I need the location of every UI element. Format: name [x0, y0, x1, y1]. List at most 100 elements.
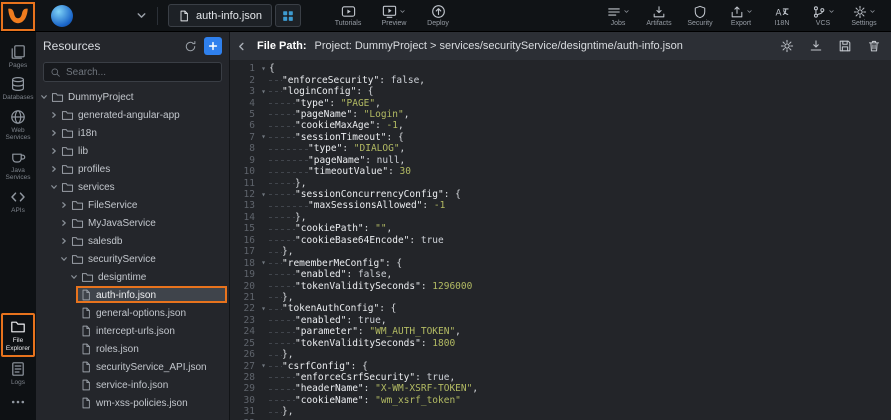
tutorials-button[interactable]: Tutorials [329, 4, 367, 27]
caret-right-icon[interactable] [50, 165, 61, 173]
code-line[interactable]: 25"tokenValiditySeconds": 1800 [230, 338, 891, 349]
fold-icon[interactable]: ▾ [258, 133, 269, 141]
project-switcher-chevron[interactable] [135, 9, 148, 22]
code-line[interactable]: 5"pageName": "Login", [230, 109, 891, 120]
topbar-item-export[interactable]: Export [722, 4, 760, 27]
caret-down-icon[interactable] [50, 183, 61, 191]
tree-item-myjavaservice[interactable]: MyJavaService [36, 214, 229, 232]
search-input[interactable] [66, 67, 215, 78]
code-line[interactable]: 31}, [230, 406, 891, 417]
tree-item-lib[interactable]: lib [36, 142, 229, 160]
caret-right-icon[interactable] [60, 201, 71, 209]
topbar-item-jobs[interactable]: Jobs [599, 4, 637, 27]
sidebar-item-databases[interactable]: Databases [1, 72, 35, 104]
fold-icon[interactable]: ▾ [258, 259, 269, 267]
code-line[interactable]: 16"cookieBase64Encode": true [230, 235, 891, 246]
code-line[interactable]: 14}, [230, 212, 891, 223]
caret-down-icon [70, 273, 78, 281]
tree-item-profiles[interactable]: profiles [36, 160, 229, 178]
save-button[interactable] [838, 39, 852, 53]
caret-right-icon[interactable] [50, 147, 61, 155]
file-settings-button[interactable] [780, 39, 794, 53]
tree-item-services[interactable]: services [36, 178, 229, 196]
download-button[interactable] [809, 39, 823, 53]
caret-down-icon[interactable] [70, 273, 81, 281]
code-line[interactable]: 27▾"csrfConfig": { [230, 360, 891, 371]
fold-icon[interactable]: ▾ [258, 88, 269, 96]
tree-item-securityservice[interactable]: securityService [36, 250, 229, 268]
tree-item-general-options-json[interactable]: general-options.json [36, 304, 229, 322]
code-line[interactable]: 2"enforceSecurity": false, [230, 74, 891, 85]
tree-item-service-info-json[interactable]: service-info.json [36, 376, 229, 394]
tree-item-wm-xss-policies-json[interactable]: wm-xss-policies.json [36, 394, 229, 412]
tree-item-designtime[interactable]: designtime [36, 268, 229, 286]
fold-icon[interactable]: ▾ [258, 191, 269, 199]
code-line[interactable]: 29"headerName": "X-WM-XSRF-TOKEN", [230, 383, 891, 394]
tree-item-generated-angular-app[interactable]: generated-angular-app [36, 106, 229, 124]
code-line[interactable]: 4"type": "PAGE", [230, 97, 891, 108]
refresh-button[interactable] [184, 40, 197, 53]
topbar-item-vcs[interactable]: VCS [804, 4, 842, 27]
sidebar-item-apis[interactable]: APIs [1, 185, 35, 217]
sidebar-item-file-explorer[interactable]: File Explorer [1, 313, 35, 357]
code-line[interactable]: 23"enabled": true, [230, 315, 891, 326]
code-line[interactable]: 26}, [230, 349, 891, 360]
fold-icon[interactable]: ▾ [258, 305, 269, 313]
code-line[interactable]: 1▾{ [230, 63, 891, 74]
tree-item-i18n[interactable]: i18n [36, 124, 229, 142]
preview-button[interactable]: Preview [375, 4, 413, 27]
code-line[interactable]: 11}, [230, 177, 891, 188]
fold-icon[interactable]: ▾ [258, 362, 269, 370]
code-line[interactable]: 13"maxSessionsAllowed": -1 [230, 200, 891, 211]
topbar-item-settings[interactable]: Settings [845, 4, 883, 27]
dashboard-grid-button[interactable] [275, 4, 301, 27]
caret-right-icon[interactable] [60, 219, 71, 227]
code-line[interactable]: 22▾"tokenAuthConfig": { [230, 303, 891, 314]
code-line[interactable]: 9"pageName": null, [230, 155, 891, 166]
deploy-button[interactable]: Deploy [419, 4, 457, 27]
code-line[interactable]: 15"cookiePath": "", [230, 223, 891, 234]
caret-down-icon[interactable] [60, 255, 71, 263]
caret-right-icon[interactable] [50, 129, 61, 137]
code-line[interactable]: 3▾"loginConfig": { [230, 86, 891, 97]
app-logo[interactable] [6, 4, 30, 28]
sidebar-item-pages[interactable]: Pages [1, 40, 35, 72]
code-editor[interactable]: 1▾{2"enforceSecurity": false,3▾"loginCon… [230, 60, 891, 420]
project-avatar[interactable] [51, 5, 73, 27]
collapse-panel-button[interactable] [234, 41, 249, 52]
tree-item-intercept-urls-json[interactable]: intercept-urls.json [36, 322, 229, 340]
code-line[interactable]: 24"parameter": "WM_AUTH_TOKEN", [230, 326, 891, 337]
code-line[interactable]: 17}, [230, 246, 891, 257]
code-line[interactable]: 28"enforceCsrfSecurity": true, [230, 372, 891, 383]
tree-item-fileservice[interactable]: FileService [36, 196, 229, 214]
delete-button[interactable] [867, 39, 881, 53]
caret-down-icon[interactable] [40, 93, 51, 101]
code-line[interactable]: 20"tokenValiditySeconds": 1296000 [230, 280, 891, 291]
tree-item-salesdb[interactable]: salesdb [36, 232, 229, 250]
code-line[interactable]: 19"enabled": false, [230, 269, 891, 280]
tree-item-auth-info-json[interactable]: auth-info.json [36, 286, 229, 304]
add-resource-button[interactable] [204, 37, 222, 55]
file-tab-auth-info[interactable]: auth-info.json [168, 4, 272, 27]
topbar-item-artifacts[interactable]: Artifacts [640, 4, 678, 27]
tree-item-roles-json[interactable]: roles.json [36, 340, 229, 358]
caret-right-icon[interactable] [50, 111, 61, 119]
topbar-item-i18n[interactable]: AI18N [763, 4, 801, 27]
sidebar-item-more[interactable] [1, 390, 35, 413]
sidebar-item-web-services[interactable]: Web Services [1, 105, 35, 145]
code-line[interactable]: 21}, [230, 292, 891, 303]
code-line[interactable]: 7▾"sessionTimeout": { [230, 132, 891, 143]
fold-icon[interactable]: ▾ [258, 65, 269, 73]
topbar-item-security[interactable]: Security [681, 4, 719, 27]
sidebar-item-logs[interactable]: Logs [1, 357, 35, 389]
code-line[interactable]: 10"timeoutValue": 30 [230, 166, 891, 177]
tree-item-securityservice-api-json[interactable]: securityService_API.json [36, 358, 229, 376]
sidebar-item-java-services[interactable]: Java Services [1, 145, 35, 185]
tree-item-dummyproject[interactable]: DummyProject [36, 88, 229, 106]
code-line[interactable]: 30"cookieName": "wm_xsrf_token" [230, 395, 891, 406]
caret-right-icon[interactable] [60, 237, 71, 245]
code-line[interactable]: 18▾"rememberMeConfig": { [230, 257, 891, 268]
code-line[interactable]: 8"type": "DIALOG", [230, 143, 891, 154]
code-line[interactable]: 6"cookieMaxAge": -1, [230, 120, 891, 131]
code-line[interactable]: 12▾"sessionConcurrencyConfig": { [230, 189, 891, 200]
